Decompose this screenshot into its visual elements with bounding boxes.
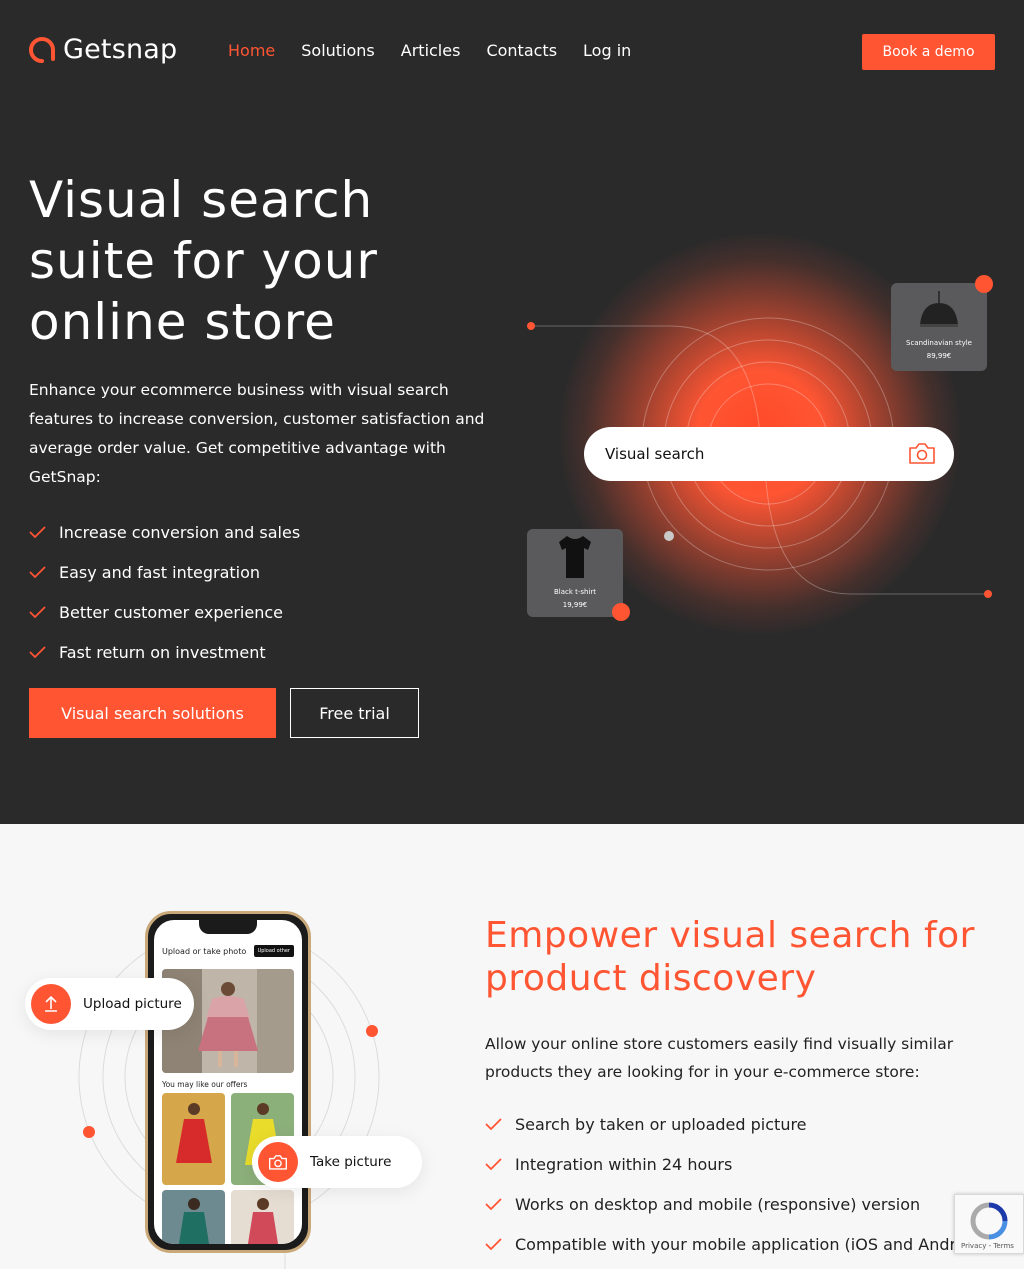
logo-icon (29, 36, 55, 63)
hero-section: Visual search suite for your online stor… (0, 104, 1024, 824)
feature-text: Easy and fast integration (59, 562, 261, 582)
card-dot (975, 275, 993, 293)
list-item: Works on desktop and mobile (responsive)… (485, 1184, 986, 1224)
check-icon (29, 606, 46, 618)
visual-search-input[interactable]: Visual search (584, 427, 954, 481)
offer-photo (162, 1093, 225, 1185)
product-card-tshirt: Black t-shirt 19,99€ (527, 529, 623, 617)
offer-photo (162, 1190, 225, 1244)
feature-text: Increase conversion and sales (59, 522, 301, 542)
connector-dot (664, 531, 674, 541)
phone-mockup: Upload or take photo Upload other You ma… (145, 911, 311, 1253)
camera-icon (258, 1142, 298, 1182)
list-item: Better customer experience (29, 592, 300, 632)
section-description: Allow your online store customers easily… (485, 1035, 954, 1081)
free-trial-button[interactable]: Free trial (290, 688, 419, 738)
logo-text: Getsnap (63, 34, 178, 65)
offer-photo (231, 1190, 294, 1244)
list-item: Integration within 24 hours (485, 1144, 986, 1184)
take-picture-pill[interactable]: Take picture (252, 1136, 422, 1188)
nav-articles[interactable]: Articles (401, 41, 461, 60)
upload-picture-label: Upload picture (83, 996, 182, 1012)
feature-text: Better customer experience (59, 602, 283, 622)
check-icon (485, 1158, 502, 1170)
list-item: Increase conversion and sales (29, 512, 300, 552)
visual-search-label: Visual search (605, 445, 705, 463)
section-feature-list: Search by taken or uploaded picture Inte… (485, 1104, 986, 1264)
list-item: Compatible with your mobile application … (485, 1224, 986, 1264)
phone-screen: Upload or take photo Upload other You ma… (154, 920, 302, 1244)
main-nav: Home Solutions Articles Contacts Log in (228, 41, 631, 60)
connector-dot (984, 590, 992, 598)
product-discovery-section: Upload or take photo Upload other You ma… (0, 824, 1024, 1269)
upload-icon (31, 984, 71, 1024)
check-icon (485, 1198, 502, 1210)
phone-illustration: Upload or take photo Upload other You ma… (0, 824, 480, 1269)
upload-other-button[interactable]: Upload other (253, 945, 294, 957)
feature-text: Compatible with your mobile application … (515, 1234, 987, 1254)
check-icon (485, 1238, 502, 1250)
feature-text: Integration within 24 hours (515, 1154, 733, 1174)
recaptcha-text: Privacy - Terms (961, 1242, 1014, 1250)
take-picture-label: Take picture (310, 1154, 392, 1170)
check-icon (29, 566, 46, 578)
hero-description: Enhance your ecommerce business with vis… (29, 381, 485, 486)
feature-text: Search by taken or uploaded picture (515, 1114, 807, 1134)
recaptcha-badge[interactable]: Privacy - Terms (954, 1194, 1024, 1254)
visual-search-solutions-button[interactable]: Visual search solutions (29, 688, 276, 738)
product-name: Scandinavian style (906, 339, 972, 347)
hero-title: Visual search suite for your online stor… (29, 171, 378, 351)
phone-notch (199, 920, 257, 934)
upload-picture-pill[interactable]: Upload picture (25, 978, 194, 1030)
feature-text: Fast return on investment (59, 642, 266, 662)
list-item: Search by taken or uploaded picture (485, 1104, 986, 1144)
phone-screen-title: Upload or take photo (162, 947, 247, 956)
list-item: Fast return on investment (29, 632, 300, 672)
camera-icon[interactable] (908, 440, 936, 466)
check-icon (29, 526, 46, 538)
nav-contacts[interactable]: Contacts (486, 41, 557, 60)
check-icon (29, 646, 46, 658)
tshirt-image (559, 536, 591, 578)
nav-home[interactable]: Home (228, 41, 275, 60)
site-header: Getsnap Home Solutions Articles Contacts… (0, 0, 1024, 104)
section-title: Empower visual search for product discov… (485, 915, 975, 999)
offers-heading: You may like our offers (162, 1080, 248, 1089)
product-price: 89,99€ (926, 352, 952, 360)
recaptcha-icon (970, 1202, 1008, 1240)
check-icon (485, 1118, 502, 1130)
feature-text: Works on desktop and mobile (responsive)… (515, 1194, 921, 1214)
product-price: 19,99€ (562, 601, 588, 609)
book-demo-button[interactable]: Book a demo (862, 34, 995, 70)
card-dot (612, 603, 630, 621)
nav-login[interactable]: Log in (583, 41, 631, 60)
hero-illustration: Scandinavian style 89,99€ Black t-shirt … (500, 194, 1024, 724)
lamp-image (920, 291, 958, 327)
list-item: Easy and fast integration (29, 552, 300, 592)
hero-feature-list: Increase conversion and sales Easy and f… (29, 512, 300, 672)
connector-dot (527, 322, 535, 330)
product-name: Black t-shirt (553, 588, 597, 596)
nav-solutions[interactable]: Solutions (301, 41, 375, 60)
product-card-lamp: Scandinavian style 89,99€ (891, 283, 987, 371)
logo[interactable]: Getsnap (29, 34, 177, 65)
